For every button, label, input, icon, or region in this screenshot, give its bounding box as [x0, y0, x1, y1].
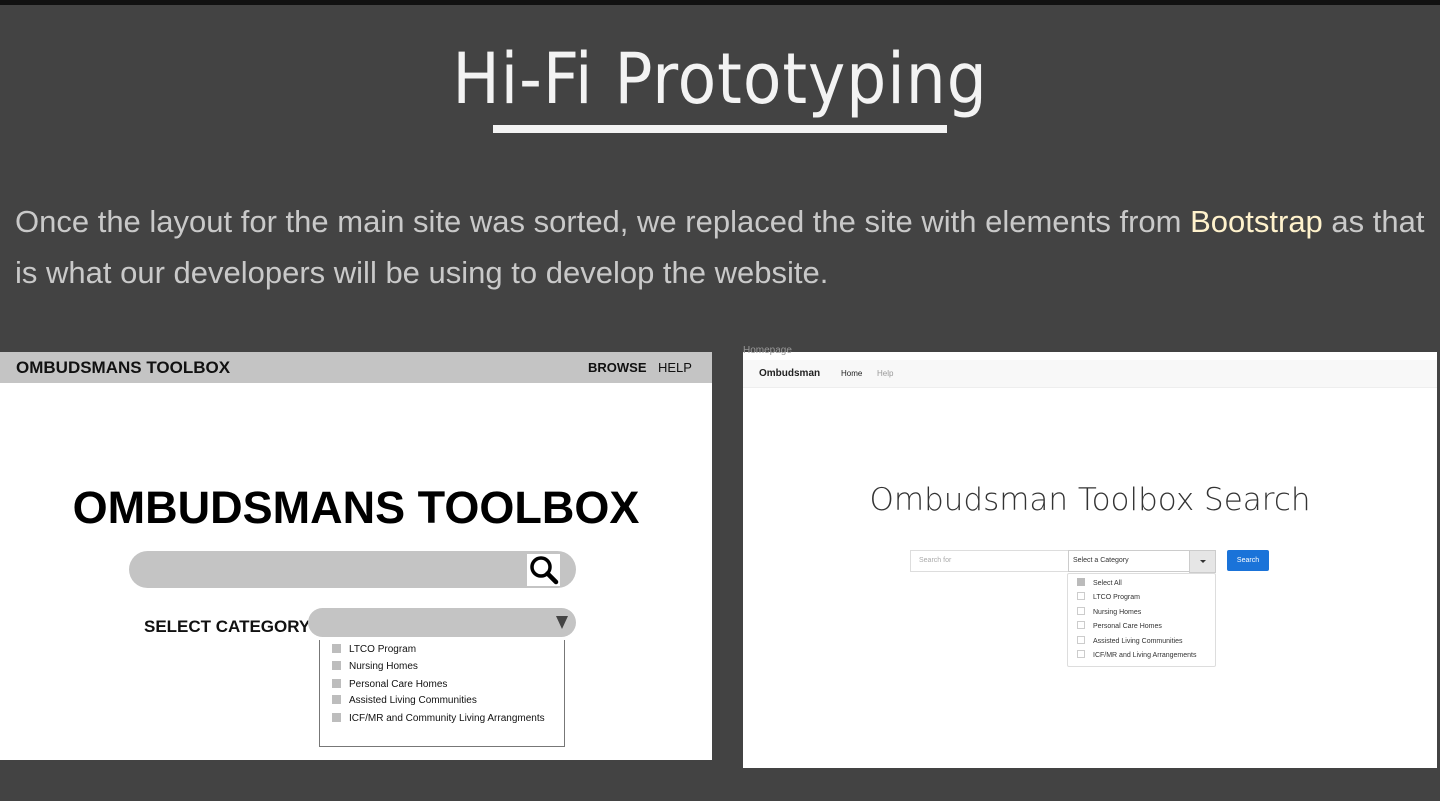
- bootstrap-brand[interactable]: Ombudsman: [759, 368, 820, 379]
- checkbox[interactable]: [1077, 650, 1085, 658]
- checkbox[interactable]: [332, 644, 341, 653]
- search-button[interactable]: Search: [1227, 550, 1269, 571]
- intro-text-start: Once the layout for the main site was so…: [15, 204, 1191, 239]
- wireframe-category-item[interactable]: LTCO Program: [332, 644, 416, 655]
- checkbox[interactable]: [1077, 607, 1085, 615]
- bootstrap-nav-help[interactable]: Help: [877, 369, 893, 378]
- dropdown-option[interactable]: Nursing Homes: [1077, 607, 1141, 616]
- checkbox[interactable]: [332, 679, 341, 688]
- triangle-down-icon[interactable]: [556, 616, 568, 629]
- bootstrap-navbar: Ombudsman Home Help: [743, 360, 1437, 388]
- wireframe-category-list: LTCO Program Nursing Homes Personal Care…: [319, 640, 565, 747]
- dropdown-option[interactable]: Select All: [1077, 578, 1122, 587]
- bootstrap-heading: Ombudsman Toolbox Search: [869, 482, 1311, 518]
- checkbox[interactable]: [1077, 621, 1085, 629]
- wireframe-category-item[interactable]: Personal Care Homes: [332, 679, 447, 690]
- checkbox[interactable]: [332, 695, 341, 704]
- panel-caption: Homepage: [743, 345, 792, 356]
- dropdown-option[interactable]: LTCO Program: [1077, 592, 1140, 601]
- bootstrap-panel: Homepage Ombudsman Home Help Ombudsman T…: [743, 345, 1437, 768]
- wireframe-category-item[interactable]: Assisted Living Communities: [332, 695, 477, 706]
- top-bar: [0, 0, 1440, 5]
- wireframe-category-item[interactable]: Nursing Homes: [332, 661, 418, 672]
- wireframe-brand[interactable]: OMBUDSMANS TOOLBOX: [16, 358, 230, 378]
- caret-down-icon: [1200, 560, 1206, 563]
- wireframe-panel: OMBUDSMANS TOOLBOX BROWSE HELP OMBUDSMAN…: [0, 352, 712, 760]
- search-icon[interactable]: [527, 554, 560, 586]
- checkbox[interactable]: [332, 713, 341, 722]
- wireframe-heading: OMBUDSMANS TOOLBOX: [72, 482, 640, 533]
- wireframe-nav-help[interactable]: HELP: [658, 360, 692, 375]
- checkbox[interactable]: [332, 661, 341, 670]
- wireframe-category-item[interactable]: ICF/MR and Community Living Arrangments: [332, 713, 545, 724]
- dropdown-option[interactable]: ICF/MR and Living Arrangements: [1077, 650, 1197, 659]
- wireframe-navbar: OMBUDSMANS TOOLBOX BROWSE HELP: [0, 352, 712, 383]
- category-select[interactable]: Select a Category: [1068, 550, 1194, 572]
- wireframe-search-input[interactable]: [129, 551, 576, 588]
- intro-paragraph: Once the layout for the main site was so…: [15, 196, 1435, 298]
- dropdown-option[interactable]: Personal Care Homes: [1077, 621, 1162, 630]
- dropdown-toggle[interactable]: [1189, 550, 1216, 573]
- checkbox[interactable]: [1077, 636, 1085, 644]
- slide-title: Hi-Fi Prototyping: [452, 38, 988, 120]
- dropdown-option[interactable]: Assisted Living Communities: [1077, 636, 1182, 645]
- checkbox[interactable]: [1077, 592, 1085, 600]
- wireframe-nav-browse[interactable]: BROWSE: [588, 360, 647, 375]
- wireframe-category-label: SELECT CATEGORY: [144, 617, 311, 636]
- title-underline: [493, 125, 947, 133]
- category-dropdown-menu: Select All LTCO Program Nursing Homes Pe…: [1067, 573, 1216, 667]
- wireframe-category-select[interactable]: [308, 608, 576, 637]
- search-input[interactable]: Search for: [910, 550, 1076, 572]
- bootstrap-highlight: Bootstrap: [1190, 204, 1323, 239]
- bootstrap-nav-home[interactable]: Home: [841, 369, 862, 378]
- checkbox[interactable]: [1077, 578, 1085, 586]
